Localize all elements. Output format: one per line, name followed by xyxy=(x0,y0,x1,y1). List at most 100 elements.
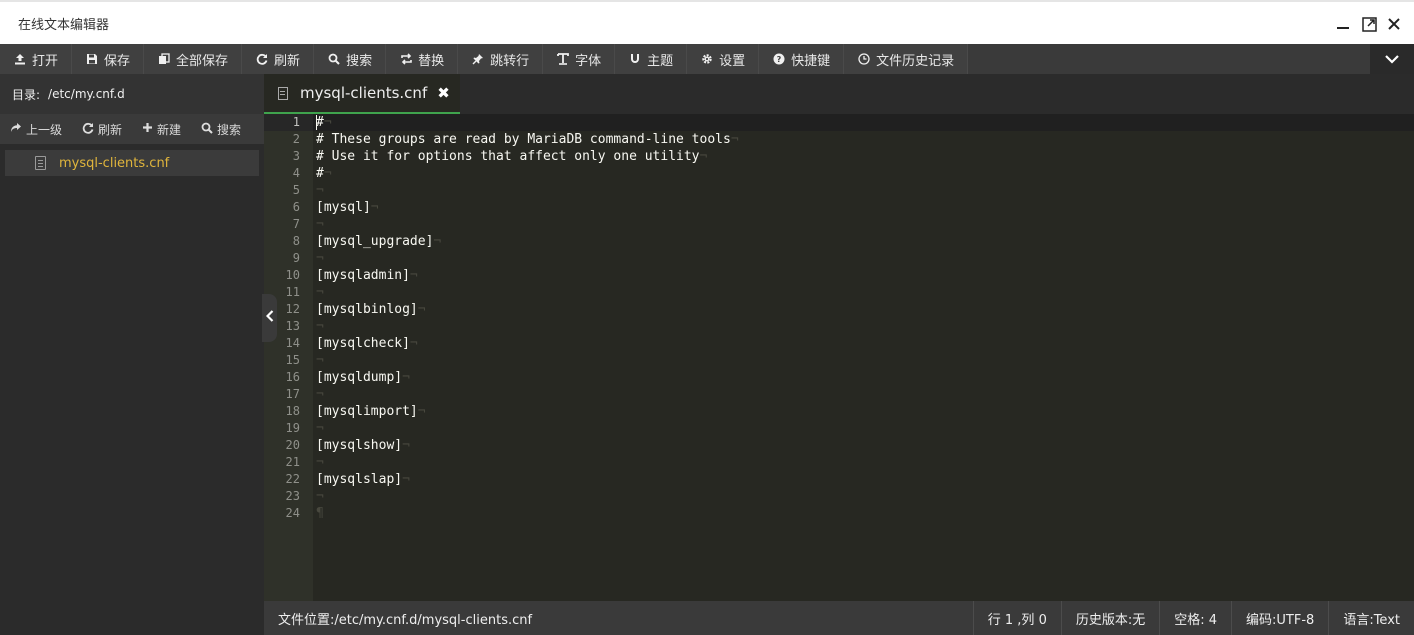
status-indent[interactable]: 空格: 4 xyxy=(1159,601,1231,635)
eol-marker: ¶ xyxy=(316,506,324,521)
eol-marker: ¬ xyxy=(316,251,324,266)
code-line[interactable]: ¬ xyxy=(313,454,1414,471)
code-line[interactable]: [mysqladmin]¬ xyxy=(313,267,1414,284)
line-number: 22 xyxy=(285,472,300,486)
code-line[interactable]: ¬ xyxy=(313,182,1414,199)
refresh-icon xyxy=(82,122,94,137)
sidebar-refresh-button[interactable]: 刷新 xyxy=(78,121,126,138)
upload-icon xyxy=(13,53,27,65)
line-number: 4 xyxy=(292,166,300,180)
code-area[interactable]: #¬ # These groups are read by MariaDB com… xyxy=(313,114,1414,601)
code-line[interactable]: [mysqlshow]¬ xyxy=(313,437,1414,454)
code-line[interactable]: #¬ xyxy=(313,114,1414,131)
search-button[interactable]: 搜索 xyxy=(314,44,387,74)
line-number: 10 xyxy=(285,268,300,282)
eol-marker: ¬ xyxy=(402,472,410,487)
window-title: 在线文本编辑器 xyxy=(18,18,110,33)
share-icon xyxy=(10,122,22,136)
eol-marker: ¬ xyxy=(433,234,442,249)
open-button[interactable]: 打开 xyxy=(0,44,73,74)
code-line[interactable]: [mysqlbinlog]¬ xyxy=(313,301,1414,318)
save-all-icon xyxy=(157,53,171,65)
eol-marker: ¬ xyxy=(402,370,410,385)
code-line[interactable]: [mysqlcheck]¬ xyxy=(313,335,1414,352)
settings-button[interactable]: 设置 xyxy=(687,44,760,74)
eol-marker: ¬ xyxy=(316,217,324,232)
eol-marker: ¬ xyxy=(316,455,324,470)
magnet-icon xyxy=(628,53,642,65)
code-line[interactable]: #¬ xyxy=(313,165,1414,182)
code-editor[interactable]: 1 2 3 4 5 6 7 8 9 10 11 12 13 14 15 16 17 18 19 20 21 22 23 24 … xyxy=(264,114,1414,601)
goto-line-button[interactable]: 跳转行 xyxy=(458,44,544,74)
new-file-button[interactable]: 新建 xyxy=(138,121,185,138)
code-line[interactable]: [mysqlimport]¬ xyxy=(313,403,1414,420)
status-encoding[interactable]: 编码:UTF-8 xyxy=(1231,601,1328,635)
text-icon xyxy=(556,53,570,65)
directory-label: 目录: xyxy=(12,87,41,102)
code-line[interactable]: ¬ xyxy=(313,420,1414,437)
line-number: 8 xyxy=(292,234,300,248)
save-button[interactable]: 保存 xyxy=(72,44,145,74)
eol-marker: ¬ xyxy=(323,115,332,130)
replace-button[interactable]: 替换 xyxy=(386,44,459,74)
eol-marker: ¬ xyxy=(316,183,324,198)
file-item-mysql-clients[interactable]: mysql-clients.cnf xyxy=(5,150,259,176)
code-line[interactable]: ¬ xyxy=(313,318,1414,335)
code-line[interactable]: ¬ xyxy=(313,386,1414,403)
line-number: 20 xyxy=(285,438,300,452)
save-icon xyxy=(85,53,99,65)
code-line[interactable]: [mysqldump]¬ xyxy=(313,369,1414,386)
shortcuts-label: 快捷键 xyxy=(791,53,831,69)
code-line[interactable]: ¬ xyxy=(313,216,1414,233)
directory-value: /etc/my.cnf.d xyxy=(48,87,125,101)
code-line[interactable]: [mysql_upgrade]¬ xyxy=(313,233,1414,250)
status-language[interactable]: 语言:Text xyxy=(1328,601,1414,635)
minimize-icon[interactable] xyxy=(1334,15,1352,33)
save-all-button[interactable]: 全部保存 xyxy=(144,44,243,74)
line-number: 2 xyxy=(292,132,300,146)
maximize-icon[interactable] xyxy=(1360,15,1378,33)
code-line[interactable]: [mysql]¬ xyxy=(313,199,1414,216)
plus-icon xyxy=(142,122,153,136)
sidebar-search-label: 搜索 xyxy=(217,122,242,137)
eol-marker: ¬ xyxy=(730,132,739,147)
chevron-down-icon[interactable] xyxy=(1370,44,1414,74)
line-number: 16 xyxy=(285,370,300,384)
eol-marker: ¬ xyxy=(316,421,324,436)
line-number: 23 xyxy=(285,489,300,503)
status-history[interactable]: 历史版本:无 xyxy=(1060,601,1159,635)
refresh-button[interactable]: 刷新 xyxy=(242,44,315,74)
collapse-sidebar-handle[interactable] xyxy=(262,294,277,342)
code-line[interactable]: ¬ xyxy=(313,250,1414,267)
eol-marker: ¬ xyxy=(316,353,324,368)
chevron-left-icon xyxy=(265,310,274,326)
theme-button[interactable]: 主题 xyxy=(615,44,688,74)
code-line[interactable]: # These groups are read by MariaDB comma… xyxy=(313,131,1414,148)
code-line[interactable]: ¬ xyxy=(313,488,1414,505)
file-icon xyxy=(35,156,46,170)
status-file-path: 文件位置:/etc/my.cnf.d/mysql-clients.cnf xyxy=(278,612,533,628)
sidebar-search-button[interactable]: 搜索 xyxy=(197,121,245,138)
eol-marker: ¬ xyxy=(409,268,418,283)
status-bar: 文件位置:/etc/my.cnf.d/mysql-clients.cnf 行 1… xyxy=(264,601,1414,635)
code-line[interactable]: ¶ xyxy=(313,505,1414,522)
line-number: 19 xyxy=(285,421,300,435)
line-number: 5 xyxy=(292,183,300,197)
file-sidebar: 目录: /etc/my.cnf.d 上一级 刷新 新建 搜索 mysql-cli… xyxy=(0,74,264,635)
code-line[interactable]: [mysqlslap]¬ xyxy=(313,471,1414,488)
line-number: 21 xyxy=(285,455,300,469)
close-icon[interactable]: ✖ xyxy=(437,84,450,102)
sidebar-refresh-label: 刷新 xyxy=(98,122,123,137)
font-button[interactable]: 字体 xyxy=(543,44,616,74)
code-line[interactable]: ¬ xyxy=(313,284,1414,301)
parent-dir-button[interactable]: 上一级 xyxy=(6,121,66,138)
code-line[interactable]: ¬ xyxy=(313,352,1414,369)
tab-mysql-clients[interactable]: mysql-clients.cnf ✖ xyxy=(264,74,460,114)
shortcuts-button[interactable]: ? 快捷键 xyxy=(759,44,845,74)
parent-dir-label: 上一级 xyxy=(26,122,63,137)
code-line[interactable]: # Use it for options that affect only on… xyxy=(313,148,1414,165)
toolbar: 打开 保存 全部保存 刷新 搜索 替换 跳转行 字体 主题 设置 ? 快捷键 文… xyxy=(0,44,1414,74)
file-history-button[interactable]: 文件历史记录 xyxy=(844,44,969,74)
line-number: 15 xyxy=(285,353,300,367)
close-icon[interactable] xyxy=(1385,15,1403,33)
